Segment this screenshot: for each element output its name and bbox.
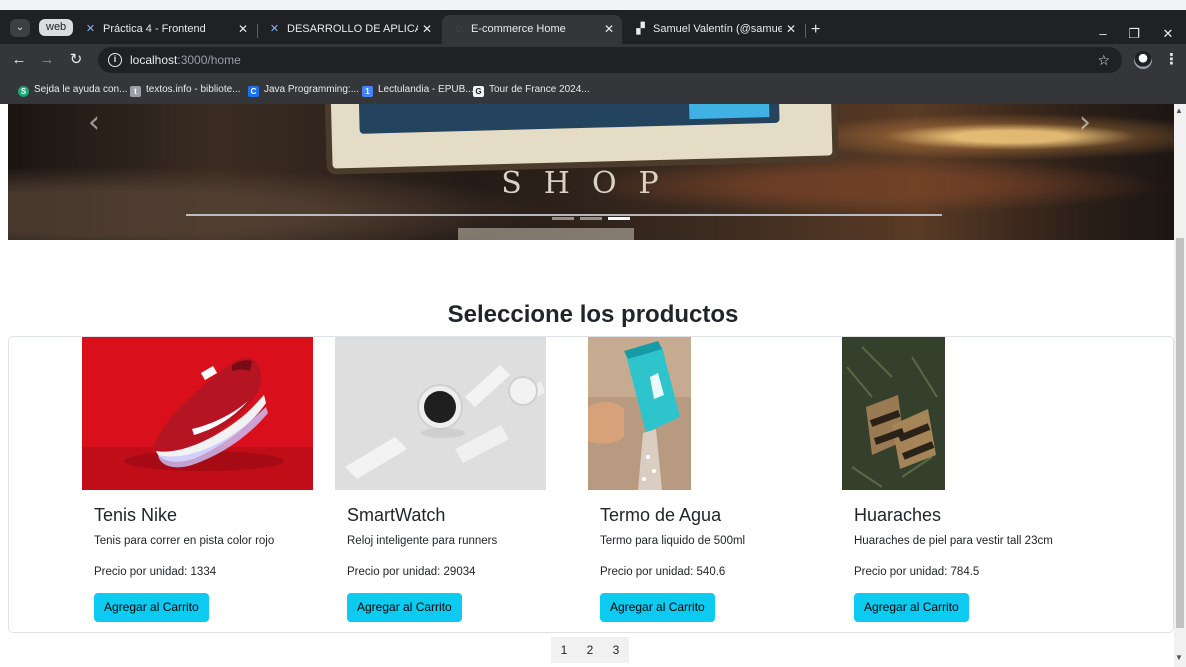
bookmark-java[interactable]: C Java Programming:... bbox=[248, 81, 359, 99]
shop-sign-bottom bbox=[458, 228, 634, 240]
pagination: 1 2 3 bbox=[551, 637, 629, 663]
back-arrow-icon[interactable]: ← bbox=[9, 50, 29, 70]
browser-menu-icon[interactable]: ⋮ bbox=[1164, 48, 1179, 72]
carousel-prev-icon[interactable]: ‹ bbox=[88, 108, 100, 138]
carousel-indicator[interactable] bbox=[580, 217, 602, 220]
product-description: Huaraches de piel para vestir tall 23cm bbox=[854, 535, 1053, 547]
product-card: Termo de Agua Termo para liquido de 500m… bbox=[588, 337, 828, 634]
chevron-down-icon: ⌄ bbox=[15, 22, 25, 33]
browser-chrome: ⌄ web ✕ Práctica 4 - Frontend ✕ ✕ DESARR… bbox=[0, 0, 1186, 104]
globe-icon: ◌ bbox=[455, 23, 462, 35]
shop-sign-text: SHOP bbox=[501, 166, 681, 201]
tab-title: Samuel Valentín (@samuel_vale bbox=[653, 23, 782, 35]
bookmark-star-icon[interactable]: ☆ bbox=[1097, 47, 1110, 73]
scroll-down-icon[interactable]: ▼ bbox=[1175, 653, 1183, 662]
tab-desarrollo[interactable]: ✕ DESARROLLO DE APLICACIONE ✕ bbox=[258, 15, 440, 44]
open-sign-letters bbox=[358, 104, 780, 134]
bookmark-label: Lectulandia - EPUB... bbox=[378, 84, 474, 95]
product-title: Huaraches bbox=[854, 505, 942, 525]
tab-group-label[interactable]: web bbox=[39, 19, 74, 36]
sejda-icon: S bbox=[18, 86, 29, 97]
tab-bar: ⌄ web ✕ Práctica 4 - Frontend ✕ ✕ DESARR… bbox=[0, 10, 1186, 44]
add-to-cart-button[interactable]: Agregar al Carrito bbox=[94, 593, 209, 622]
tab-search-button[interactable]: ⌄ bbox=[10, 19, 30, 37]
java-icon: C bbox=[248, 86, 259, 97]
bookmark-label: Java Programming:... bbox=[264, 84, 360, 95]
carousel-next-icon[interactable]: › bbox=[1079, 108, 1091, 138]
url-host: localhost bbox=[130, 53, 178, 67]
forward-arrow-icon[interactable]: → bbox=[37, 50, 57, 70]
bookmark-label: Tour de France 2024... bbox=[489, 84, 590, 95]
page-link-1[interactable]: 1 bbox=[551, 637, 577, 663]
bookmarks-bar: S Sejda le ayuda con... t textos.info - bi… bbox=[0, 76, 1186, 104]
close-icon[interactable]: ✕ bbox=[420, 15, 434, 44]
sandals-image bbox=[842, 337, 945, 490]
vscode-icon: ✕ bbox=[85, 23, 96, 35]
address-bar[interactable]: i localhost:3000/home ☆ bbox=[98, 47, 1122, 73]
product-price: Precio por unidad: 784.5 bbox=[854, 566, 980, 578]
carousel-indicator[interactable] bbox=[552, 217, 574, 220]
new-tab-button[interactable]: + bbox=[811, 22, 820, 38]
url-text[interactable]: localhost:3000/home bbox=[130, 47, 241, 73]
section-title: Seleccione los productos bbox=[447, 301, 739, 328]
tab-ecommerce-home[interactable]: ◌ E-commerce Home ✕ bbox=[442, 15, 622, 44]
open-sign-accent bbox=[687, 104, 770, 120]
scroll-up-icon[interactable]: ▲ bbox=[1175, 106, 1183, 115]
bookmark-label: textos.info - bibliote... bbox=[146, 84, 241, 95]
open-sign-image bbox=[329, 104, 833, 169]
url-path: :3000/home bbox=[177, 53, 241, 67]
site-info-icon[interactable]: i bbox=[108, 53, 122, 67]
vscode-icon: ✕ bbox=[269, 23, 280, 35]
hero-carousel: SHOP ‹ › bbox=[8, 104, 1174, 240]
carousel-indicator-active[interactable] bbox=[608, 217, 630, 220]
add-to-cart-button[interactable]: Agregar al Carrito bbox=[854, 593, 969, 622]
textos-icon: t bbox=[130, 86, 141, 97]
profile-icon: ▞ bbox=[636, 23, 645, 35]
close-icon[interactable]: ✕ bbox=[784, 15, 798, 44]
tab-practica-frontend[interactable]: ✕ Práctica 4 - Frontend ✕ bbox=[74, 15, 256, 44]
close-icon[interactable]: ✕ bbox=[236, 15, 250, 44]
profile-avatar-icon[interactable] bbox=[1134, 51, 1152, 69]
tab-title: Práctica 4 - Frontend bbox=[103, 23, 206, 35]
bookmark-tour-de-france[interactable]: G Tour de France 2024... bbox=[473, 81, 590, 99]
product-description: Reloj inteligente para runners bbox=[347, 535, 498, 547]
tab-samuel-valentin[interactable]: ▞ Samuel Valentín (@samuel_vale ✕ bbox=[624, 15, 804, 44]
close-icon[interactable]: ✕ bbox=[602, 15, 616, 44]
product-card: SmartWatch Reloj inteligente para runner… bbox=[335, 337, 575, 634]
scroll-thumb[interactable] bbox=[1176, 238, 1184, 628]
product-grid: Tenis Nike Tenis para correr en pista co… bbox=[8, 336, 1174, 633]
add-to-cart-button[interactable]: Agregar al Carrito bbox=[347, 593, 462, 622]
product-title: Tenis Nike bbox=[94, 505, 178, 525]
reload-icon[interactable]: ↻ bbox=[66, 50, 86, 70]
shop-sign-line bbox=[186, 214, 942, 216]
product-price: Precio por unidad: 1334 bbox=[94, 566, 217, 578]
bookmark-sejda[interactable]: S Sejda le ayuda con... bbox=[18, 81, 127, 99]
product-price: Precio por unidad: 540.6 bbox=[600, 566, 726, 578]
page-link-3[interactable]: 3 bbox=[603, 637, 629, 663]
bookmark-label: Sejda le ayuda con... bbox=[34, 84, 128, 95]
product-card: Huaraches Huaraches de piel para vestir … bbox=[842, 337, 1122, 634]
product-card: Tenis Nike Tenis para correr en pista co… bbox=[82, 337, 322, 634]
product-title: SmartWatch bbox=[347, 505, 446, 525]
lectulandia-icon: 1 bbox=[362, 86, 373, 97]
browser-toolbar: ← → ↻ i localhost:3000/home ☆ bbox=[0, 44, 1186, 76]
page-scrollbar[interactable]: ▲ ▼ bbox=[1174, 104, 1186, 667]
product-description: Tenis para correr en pista color rojo bbox=[94, 535, 275, 547]
tab-separator bbox=[805, 24, 806, 38]
red-sneaker-image bbox=[82, 337, 313, 490]
tab-title: DESARROLLO DE APLICACIONE bbox=[287, 23, 418, 35]
tour-icon: G bbox=[473, 86, 484, 97]
bookmark-lectulandia[interactable]: 1 Lectulandia - EPUB... bbox=[362, 81, 474, 99]
white-smartwatch-image bbox=[335, 337, 546, 490]
product-price: Precio por unidad: 29034 bbox=[347, 566, 476, 578]
bookmark-textos[interactable]: t textos.info - bibliote... bbox=[130, 81, 241, 99]
product-title: Termo de Agua bbox=[600, 505, 722, 525]
tab-title: E-commerce Home bbox=[471, 23, 566, 35]
teal-bottle-image bbox=[588, 337, 691, 490]
window-top-strip bbox=[0, 0, 1186, 10]
add-to-cart-button[interactable]: Agregar al Carrito bbox=[600, 593, 715, 622]
page-content: SHOP ‹ › Seleccione los productos Tenis … bbox=[0, 104, 1186, 667]
product-description: Termo para liquido de 500ml bbox=[600, 535, 746, 547]
page-link-2[interactable]: 2 bbox=[577, 637, 603, 663]
